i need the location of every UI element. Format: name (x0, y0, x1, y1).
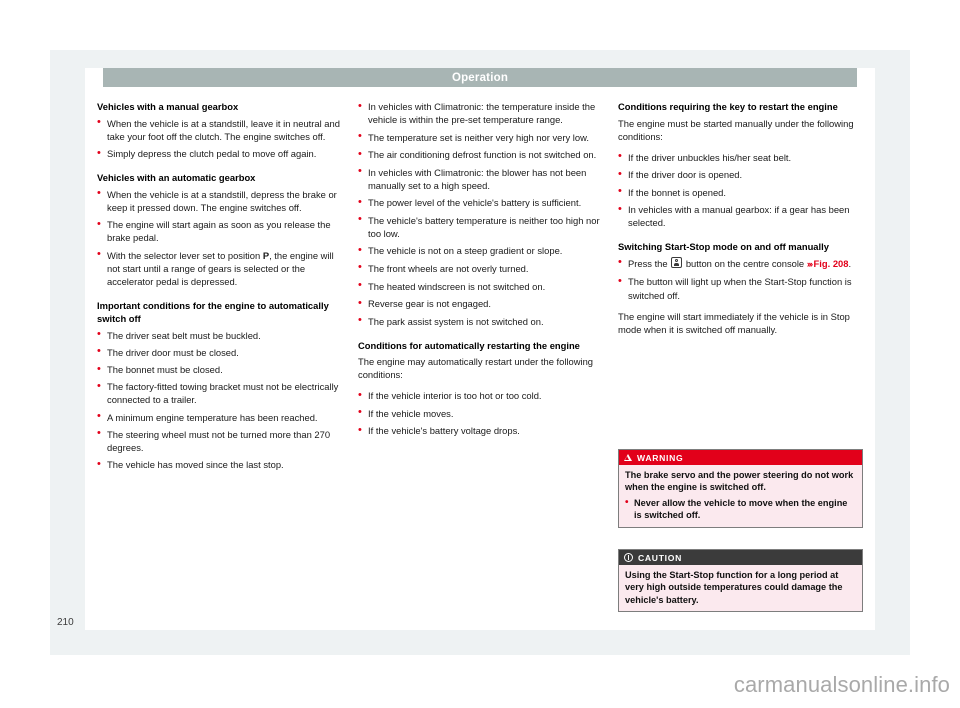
figure-cross-reference[interactable]: ››› Fig. 208 (806, 257, 849, 270)
heading-automatic-restart: Conditions for automatically restarting … (358, 339, 580, 351)
list-item: Simply depress the clutch pedal to move … (97, 147, 344, 160)
list-item: If the vehicle interior is too hot or to… (358, 389, 605, 402)
list-item: The driver seat belt must be buckled. (97, 328, 344, 342)
heading-automatic-gearbox: Vehicles with an automatic gearbox (97, 172, 256, 184)
restart-intro-paragraph: The engine may automatically restart und… (358, 356, 594, 381)
text-column-middle: In vehicles with Climatronic: the temper… (358, 99, 605, 442)
list-item: If the driver door is opened. (618, 168, 865, 181)
key-restart-intro-paragraph: The engine must be started manually unde… (618, 117, 854, 142)
list-item: In vehicles with Climatronic: the temper… (358, 99, 605, 126)
site-watermark: carmanualsonline.info (733, 672, 950, 697)
press-button-text-post: button on the centre console (683, 257, 807, 269)
list-item: The bonnet must be closed. (97, 363, 344, 376)
switching-paragraph: The engine will start immediately if the… (618, 310, 850, 335)
list-item: The vehicle has moved since the last sto… (97, 458, 344, 471)
heading-key-restart: Conditions requiring the key to restart … (618, 101, 838, 112)
warning-triangle-icon (624, 454, 632, 461)
list-item: The front wheels are not overly turned. (358, 261, 605, 275)
exclamation-circle-icon (624, 553, 633, 562)
caution-paragraph: Using the Start-Stop function for a long… (625, 570, 843, 605)
text-column-left: Vehicles with a manual gearbox When the … (97, 100, 344, 475)
list-item: In vehicles with a manual gearbox: if a … (618, 203, 865, 229)
warning-header: WARNING (619, 450, 862, 465)
caution-header: CAUTION (619, 550, 862, 565)
heading-conditions-switch-off: Important conditions for the engine to a… (97, 300, 329, 325)
list-item: If the vehicle's battery voltage drops. (358, 424, 605, 437)
list-item: The air conditioning defrost function is… (358, 148, 605, 161)
list-item: The temperature set is neither very high… (358, 130, 605, 144)
caution-body: Using the Start-Stop function for a long… (619, 565, 862, 612)
list-item: If the driver unbuckles his/her seat bel… (618, 150, 865, 164)
list-item-press-button: Press the button on the centre console ›… (618, 256, 865, 271)
warning-list-item: Never allow the vehicle to move when the… (625, 496, 856, 522)
caution-box: CAUTION Using the Start-Stop function fo… (618, 549, 863, 613)
warning-label: WARNING (637, 452, 684, 463)
warning-box: WARNING The brake servo and the power st… (618, 449, 863, 528)
list-item: The factory-fitted towing bracket must n… (97, 380, 344, 406)
start-stop-button-icon (671, 256, 683, 268)
page-running-header: Operation (103, 68, 857, 87)
page-title: Operation (451, 71, 509, 84)
list-item-selector-lever: With the selector lever set to position … (97, 248, 344, 288)
list-item: The steering wheel must not be turned mo… (97, 427, 344, 454)
text-column-right: Conditions requiring the key to restart … (618, 100, 865, 339)
list-item: The power level of the vehicle's battery… (358, 196, 605, 209)
heading-manual-gearbox: Vehicles with a manual gearbox (97, 101, 239, 112)
list-item: A minimum engine temperature has been re… (97, 410, 344, 424)
chevron-right-icon: ››› (806, 258, 813, 270)
list-item: The heated windscreen is not switched on… (358, 279, 605, 293)
list-item: When the vehicle is at a standstill, lea… (97, 116, 344, 143)
list-item: Reverse gear is not engaged. (358, 297, 605, 310)
list-item: If the vehicle moves. (358, 406, 605, 420)
list-item: In vehicles with Climatronic: the blower… (358, 165, 605, 192)
heading-switching-start-stop: Switching Start-Stop mode on and off man… (618, 241, 829, 253)
caution-label: CAUTION (638, 552, 683, 563)
press-button-text-pre: Press the (628, 257, 671, 269)
page-number: 210 (57, 617, 74, 628)
warning-paragraph: The brake servo and the power steering d… (625, 470, 854, 493)
list-item: When the vehicle is at a standstill, dep… (97, 187, 344, 214)
list-item: If the bonnet is opened. (618, 185, 865, 199)
list-item: The button will light up when the Start-… (618, 275, 865, 301)
list-item: The driver door must be closed. (97, 345, 344, 359)
selector-lever-text-pre: With the selector lever set to position (107, 249, 263, 261)
warning-body: The brake servo and the power steering d… (619, 465, 862, 527)
list-item: The vehicle is not on a steep gradient o… (358, 244, 605, 257)
list-item: The park assist system is not switched o… (358, 314, 605, 328)
press-button-text-end: . (848, 257, 852, 269)
list-item: The engine will start again as soon as y… (97, 218, 344, 244)
list-item: The vehicle's battery temperature is nei… (358, 213, 605, 240)
figure-reference-label: Fig. 208 (813, 257, 849, 269)
